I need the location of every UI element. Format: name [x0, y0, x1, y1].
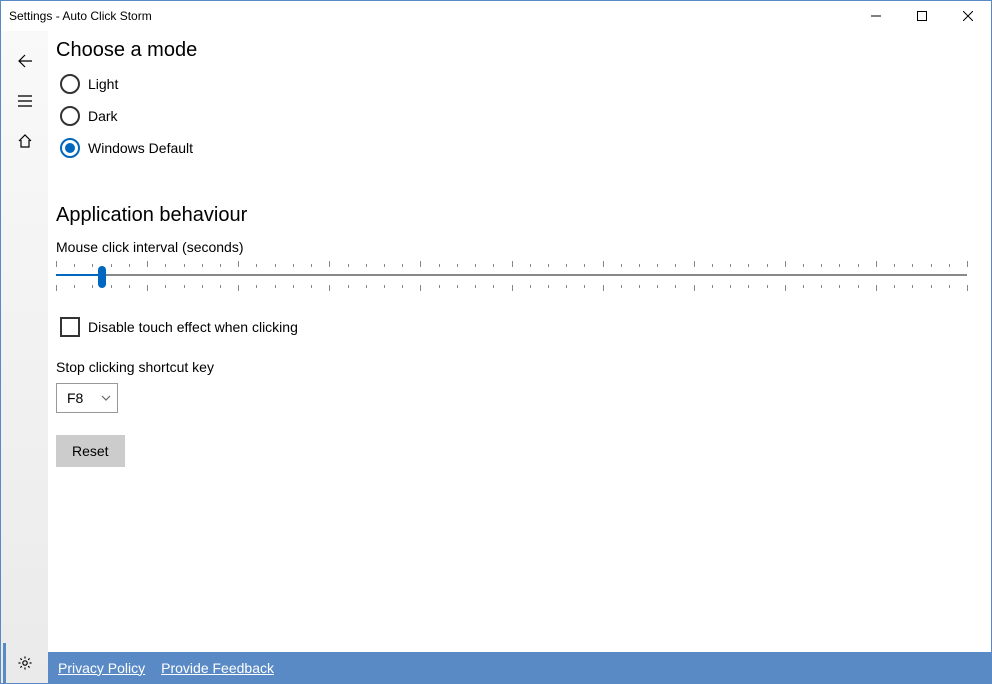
- sidebar: [1, 31, 48, 683]
- home-icon: [17, 133, 33, 149]
- minimize-button[interactable]: [853, 1, 899, 31]
- slider-fill: [56, 274, 102, 276]
- radio-icon: [60, 106, 80, 126]
- radio-light[interactable]: Light: [60, 68, 967, 100]
- disable-touch-checkbox[interactable]: Disable touch effect when clicking: [60, 317, 967, 337]
- mode-section-title: Choose a mode: [56, 39, 967, 62]
- menu-button[interactable]: [5, 81, 45, 121]
- privacy-link[interactable]: Privacy Policy: [58, 660, 145, 676]
- radio-label: Light: [88, 76, 118, 92]
- feedback-link[interactable]: Provide Feedback: [161, 660, 274, 676]
- close-icon: [963, 11, 973, 21]
- shortcut-combo[interactable]: F8: [56, 383, 118, 413]
- gear-icon: [17, 655, 33, 671]
- chevron-down-icon: [101, 393, 111, 403]
- back-arrow-icon: [17, 53, 33, 69]
- radio-icon: [60, 138, 80, 158]
- checkbox-icon: [60, 317, 80, 337]
- home-button[interactable]: [5, 121, 45, 161]
- content-area: Choose a mode Light Dark Windows Default…: [48, 31, 991, 652]
- main: Choose a mode Light Dark Windows Default…: [48, 31, 991, 683]
- window-title: Settings - Auto Click Storm: [9, 9, 853, 23]
- maximize-icon: [917, 11, 927, 21]
- minimize-icon: [871, 11, 881, 21]
- hamburger-icon: [17, 93, 33, 109]
- slider-track: [56, 274, 967, 276]
- combo-value: F8: [67, 390, 83, 406]
- close-button[interactable]: [945, 1, 991, 31]
- shortcut-label: Stop clicking shortcut key: [56, 359, 967, 375]
- behaviour-section-title: Application behaviour: [56, 204, 967, 227]
- maximize-button[interactable]: [899, 1, 945, 31]
- footer: Privacy Policy Provide Feedback: [48, 652, 991, 683]
- interval-label: Mouse click interval (seconds): [56, 239, 967, 255]
- window-controls: [853, 1, 991, 31]
- radio-label: Windows Default: [88, 140, 193, 156]
- radio-icon: [60, 74, 80, 94]
- radio-windows-default[interactable]: Windows Default: [60, 132, 967, 164]
- settings-button[interactable]: [3, 643, 43, 683]
- interval-slider[interactable]: [56, 259, 967, 293]
- reset-button[interactable]: Reset: [56, 435, 125, 467]
- checkbox-label: Disable touch effect when clicking: [88, 319, 298, 335]
- radio-label: Dark: [88, 108, 118, 124]
- reset-label: Reset: [72, 443, 109, 459]
- titlebar: Settings - Auto Click Storm: [1, 1, 991, 31]
- back-button[interactable]: [5, 41, 45, 81]
- slider-thumb[interactable]: [98, 266, 106, 288]
- radio-dark[interactable]: Dark: [60, 100, 967, 132]
